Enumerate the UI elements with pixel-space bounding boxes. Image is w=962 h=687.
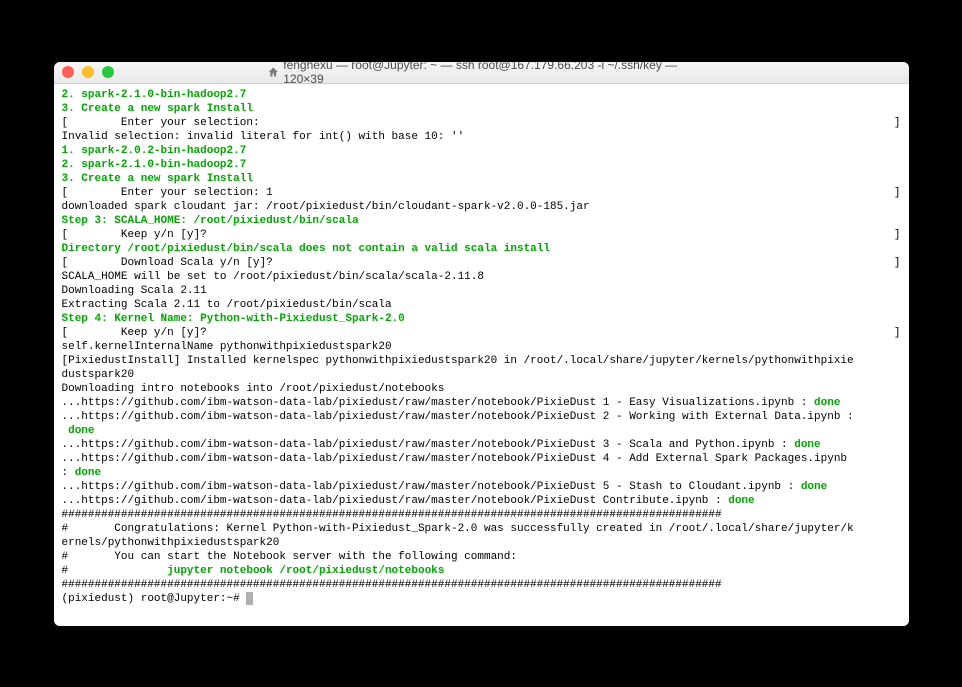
- output-line: # jupyter notebook /root/pixiedust/noteb…: [62, 564, 901, 578]
- output-line: Directory /root/pixiedust/bin/scala does…: [62, 242, 901, 256]
- titlebar: fenghexu — root@Jupyter: ~ — ssh root@16…: [54, 62, 909, 84]
- window-title: fenghexu — root@Jupyter: ~ — ssh root@16…: [267, 62, 695, 87]
- output-line: ...https://github.com/ibm-watson-data-la…: [62, 452, 901, 466]
- minimize-button[interactable]: [82, 66, 94, 78]
- output-line: [ Enter your selection: 1]: [62, 186, 901, 200]
- output-line: ########################################…: [62, 508, 901, 522]
- output-line: SCALA_HOME will be set to /root/pixiedus…: [62, 270, 901, 284]
- output-line: # You can start the Notebook server with…: [62, 550, 901, 564]
- output-line: Step 4: Kernel Name: Python-with-Pixiedu…: [62, 312, 901, 326]
- output-line: [PixiedustInstall] Installed kernelspec …: [62, 354, 901, 368]
- output-line: ...https://github.com/ibm-watson-data-la…: [62, 396, 901, 410]
- terminal-window: fenghexu — root@Jupyter: ~ — ssh root@16…: [54, 62, 909, 626]
- output-line: done: [62, 424, 901, 438]
- output-line: [ Download Scala y/n [y]?]: [62, 256, 901, 270]
- output-line: Step 3: SCALA_HOME: /root/pixiedust/bin/…: [62, 214, 901, 228]
- output-line: 3. Create a new spark Install: [62, 102, 901, 116]
- output-line: ########################################…: [62, 578, 901, 592]
- output-line: # Congratulations: Kernel Python-with-Pi…: [62, 522, 901, 536]
- output-line: : done: [62, 466, 901, 480]
- output-line: 2. spark-2.1.0-bin-hadoop2.7: [62, 88, 901, 102]
- output-line: [ Keep y/n [y]?]: [62, 326, 901, 340]
- prompt: (pixiedust) root@Jupyter:~#: [62, 593, 247, 605]
- prompt-line: (pixiedust) root@Jupyter:~#: [62, 592, 901, 606]
- output-line: dustspark20: [62, 368, 901, 382]
- output-line: [ Keep y/n [y]?]: [62, 228, 901, 242]
- zoom-button[interactable]: [102, 66, 114, 78]
- output-line: Downloading Scala 2.11: [62, 284, 901, 298]
- output-line: 2. spark-2.1.0-bin-hadoop2.7: [62, 158, 901, 172]
- close-button[interactable]: [62, 66, 74, 78]
- output-line: [ Enter your selection:]: [62, 116, 901, 130]
- output-line: ...https://github.com/ibm-watson-data-la…: [62, 494, 901, 508]
- output-line: 3. Create a new spark Install: [62, 172, 901, 186]
- terminal-body[interactable]: 2. spark-2.1.0-bin-hadoop2.73. Create a …: [54, 84, 909, 626]
- output-line: Downloading intro notebooks into /root/p…: [62, 382, 901, 396]
- output-line: Invalid selection: invalid literal for i…: [62, 130, 901, 144]
- cursor-icon: [246, 592, 253, 605]
- output-line: downloaded spark cloudant jar: /root/pix…: [62, 200, 901, 214]
- output-line: ...https://github.com/ibm-watson-data-la…: [62, 410, 901, 424]
- output-line: ...https://github.com/ibm-watson-data-la…: [62, 480, 901, 494]
- traffic-lights: [62, 66, 114, 78]
- output-line: self.kernelInternalName pythonwithpixied…: [62, 340, 901, 354]
- output-line: ernels/pythonwithpixiedustspark20: [62, 536, 901, 550]
- output-line: ...https://github.com/ibm-watson-data-la…: [62, 438, 901, 452]
- window-title-text: fenghexu — root@Jupyter: ~ — ssh root@16…: [283, 62, 695, 87]
- home-icon: [267, 66, 279, 78]
- output-line: Extracting Scala 2.11 to /root/pixiedust…: [62, 298, 901, 312]
- output-line: 1. spark-2.0.2-bin-hadoop2.7: [62, 144, 901, 158]
